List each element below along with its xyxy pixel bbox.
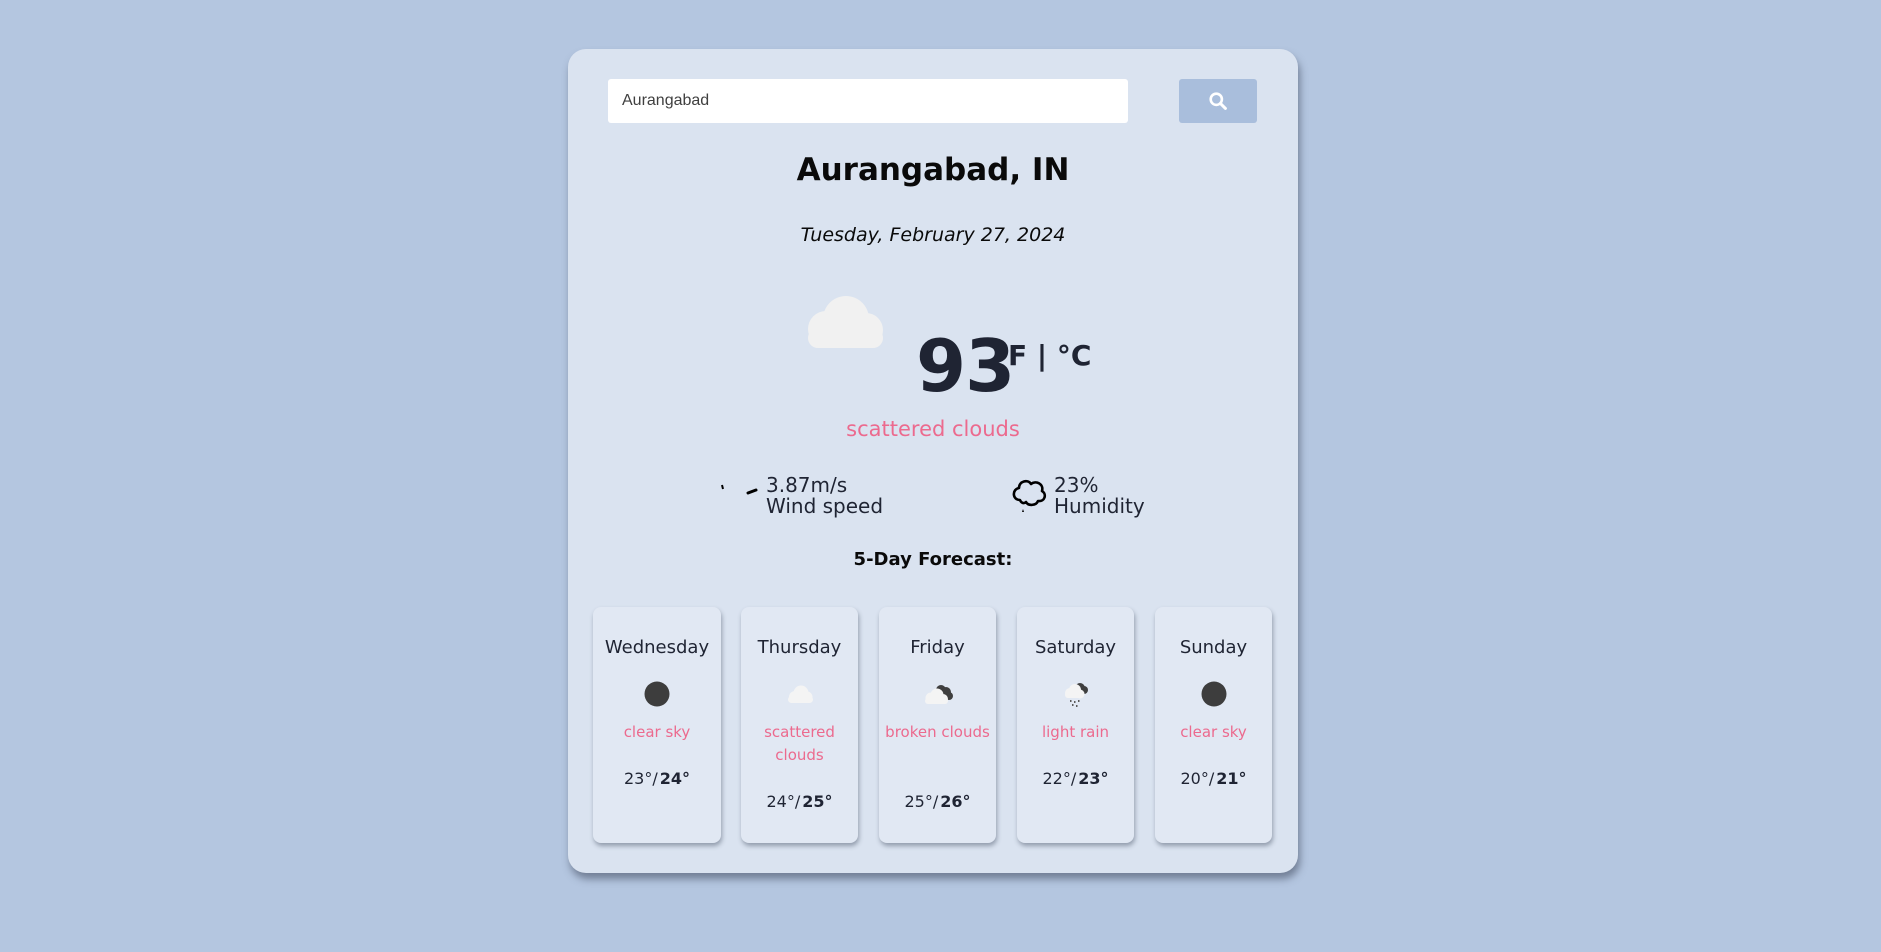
temp-separator: / — [652, 769, 658, 788]
forecast-day-name: Sunday — [1179, 637, 1248, 658]
forecast-min-temp: 22° — [1042, 769, 1071, 788]
weather-card: Aurangabad, IN Tuesday, February 27, 202… — [568, 49, 1298, 873]
forecast-min-temp: 24° — [766, 792, 795, 811]
forecast-max-temp: 23° — [1078, 769, 1109, 788]
search-button[interactable] — [1179, 79, 1257, 123]
clear-sky-icon — [1201, 681, 1226, 707]
forecast-day-name: Saturday — [1034, 637, 1117, 658]
humidity-label: Humidity — [1054, 494, 1145, 518]
wind-speed-label: Wind speed — [766, 494, 884, 518]
temp-separator: / — [1070, 769, 1077, 788]
temperature-units: °F | °C — [994, 339, 1091, 372]
search-icon — [1209, 92, 1227, 110]
forecast-day-description: clear sky — [1180, 723, 1247, 741]
scattered-clouds-icon — [787, 685, 813, 703]
unit-celsius-link[interactable]: °C — [1057, 339, 1092, 372]
scattered-clouds-icon — [808, 296, 883, 348]
wind-speed-value: 3.87m/s — [766, 473, 848, 497]
forecast-title: 5-Day Forecast: — [853, 549, 1013, 570]
forecast-min-temp: 23° — [623, 769, 653, 788]
forecast-day-card: Friday broken clouds 25°/26° — [879, 607, 996, 843]
forecast-day-temps: 20°/21° — [1155, 769, 1272, 788]
light-rain-icon — [1064, 683, 1088, 707]
forecast-day-temps: 22°/23° — [1017, 769, 1134, 788]
temp-separator: / — [794, 792, 801, 811]
unit-separator: | — [1027, 339, 1057, 372]
forecast-day-name: Friday — [910, 637, 965, 658]
humidity-icon — [1012, 479, 1047, 512]
forecast-max-temp: 26° — [940, 792, 971, 811]
forecast-min-temp: 20° — [1180, 769, 1209, 788]
forecast-day-description: broken clouds — [885, 723, 990, 741]
forecast-day-card: Thursday scattered clouds 24°/25° — [741, 607, 858, 843]
humidity-stat: 23% Humidity — [1008, 475, 1145, 517]
forecast-day-description: scattered clouds — [764, 723, 835, 764]
forecast-day-description: clear sky — [623, 723, 691, 741]
broken-clouds-icon — [924, 685, 953, 704]
forecast-min-temp: 25° — [904, 792, 933, 811]
forecast-day-name: Wednesday — [604, 637, 710, 658]
unit-fahrenheit-link[interactable]: °F — [994, 339, 1027, 372]
temp-separator: / — [1208, 769, 1215, 788]
forecast-max-temp: 24° — [659, 769, 690, 788]
forecast-max-temp: 21° — [1216, 769, 1247, 788]
wind-speed-stat: 3.87m/s Wind speed — [720, 475, 883, 517]
forecast-day-temps: 25°/26° — [879, 792, 996, 811]
current-date: Tuesday, February 27, 2024 — [800, 224, 1066, 246]
forecast-day-name: Thursday — [757, 637, 842, 658]
forecast-day-card: Saturday light rain 22°/23° — [1017, 607, 1134, 843]
wind-icon — [721, 484, 758, 495]
forecast-day-card: Wednesday clear sky 23°/24° — [593, 607, 721, 843]
forecast-day-temps: 24°/25° — [741, 792, 858, 811]
forecast-day-description: light rain — [1041, 723, 1110, 741]
forecast-day-temps: 23°/24° — [593, 769, 721, 788]
forecast-day-card: Sunday clear sky 20°/21° — [1155, 607, 1272, 843]
forecast-max-temp: 25° — [802, 792, 833, 811]
temp-separator: / — [932, 792, 939, 811]
city-name: Aurangabad, IN — [796, 152, 1070, 188]
search-input[interactable] — [608, 79, 1128, 123]
weather-description: scattered clouds — [846, 417, 1020, 441]
humidity-value: 23% — [1054, 473, 1099, 497]
clear-sky-icon — [644, 681, 670, 707]
